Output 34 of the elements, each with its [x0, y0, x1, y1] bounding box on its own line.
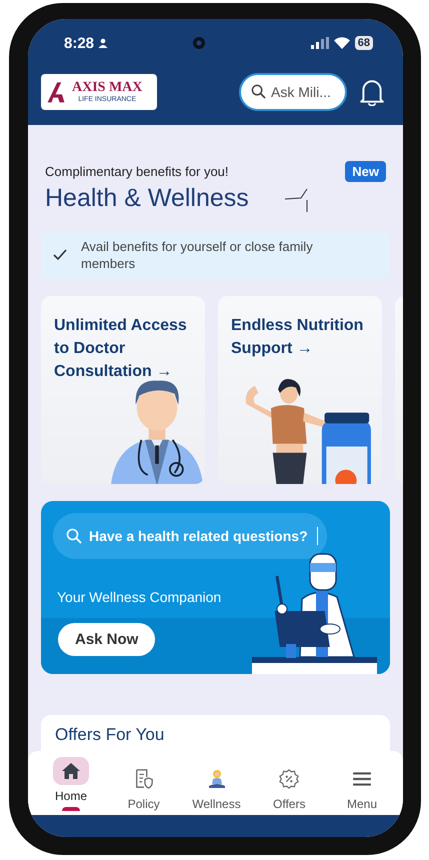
- text-cursor: [317, 527, 318, 545]
- info-text: Avail benefits for yourself or close family members: [81, 238, 314, 272]
- benefit-card[interactable]: Endless Nutrition Support →: [218, 296, 382, 484]
- section-title: Health & Wellness: [45, 184, 249, 213]
- section-subtitle: Complimentary benefits for you!: [45, 164, 229, 179]
- percent-badge-icon: [279, 769, 300, 789]
- notification-bell-icon[interactable]: [359, 78, 385, 106]
- camera-icon: [193, 37, 206, 49]
- wifi-icon: [334, 37, 350, 49]
- battery-indicator: 68: [354, 36, 373, 50]
- benefit-card[interactable]: Unlimited Access to Doctor Consultation →: [41, 296, 205, 484]
- assistant-subtitle: Your Wellness Companion: [57, 589, 222, 605]
- card-title: Unlimited Access to Doctor Consultation →: [54, 316, 188, 382]
- question-field[interactable]: Have a health related questions?: [53, 513, 327, 559]
- nav-tab[interactable]: Home: [38, 757, 104, 811]
- clock-time: 8:28: [64, 34, 94, 52]
- check-icon: [53, 249, 67, 261]
- new-badge: New: [345, 161, 386, 182]
- home-icon: [61, 761, 81, 781]
- signal-icon: [310, 37, 329, 49]
- offers-title: Offers For You: [55, 725, 164, 744]
- search-icon: [251, 84, 266, 99]
- person-icon: [98, 38, 108, 48]
- search-icon: [66, 528, 82, 544]
- meditation-icon: [206, 769, 226, 789]
- nav-tab[interactable]: Menu: [329, 757, 395, 811]
- nav-tab[interactable]: Policy: [110, 757, 177, 811]
- nav-tab[interactable]: Wellness: [184, 757, 250, 811]
- document-shield-icon: [134, 769, 154, 789]
- ask-now-button[interactable]: Ask Now: [58, 623, 156, 656]
- search-field[interactable]: Ask Mili...: [239, 73, 347, 111]
- logo-wordmark: AXIS MAX: [72, 80, 142, 95]
- card-title: Endless Nutrition Support →: [231, 316, 364, 359]
- nav-tab[interactable]: Offers: [256, 757, 322, 811]
